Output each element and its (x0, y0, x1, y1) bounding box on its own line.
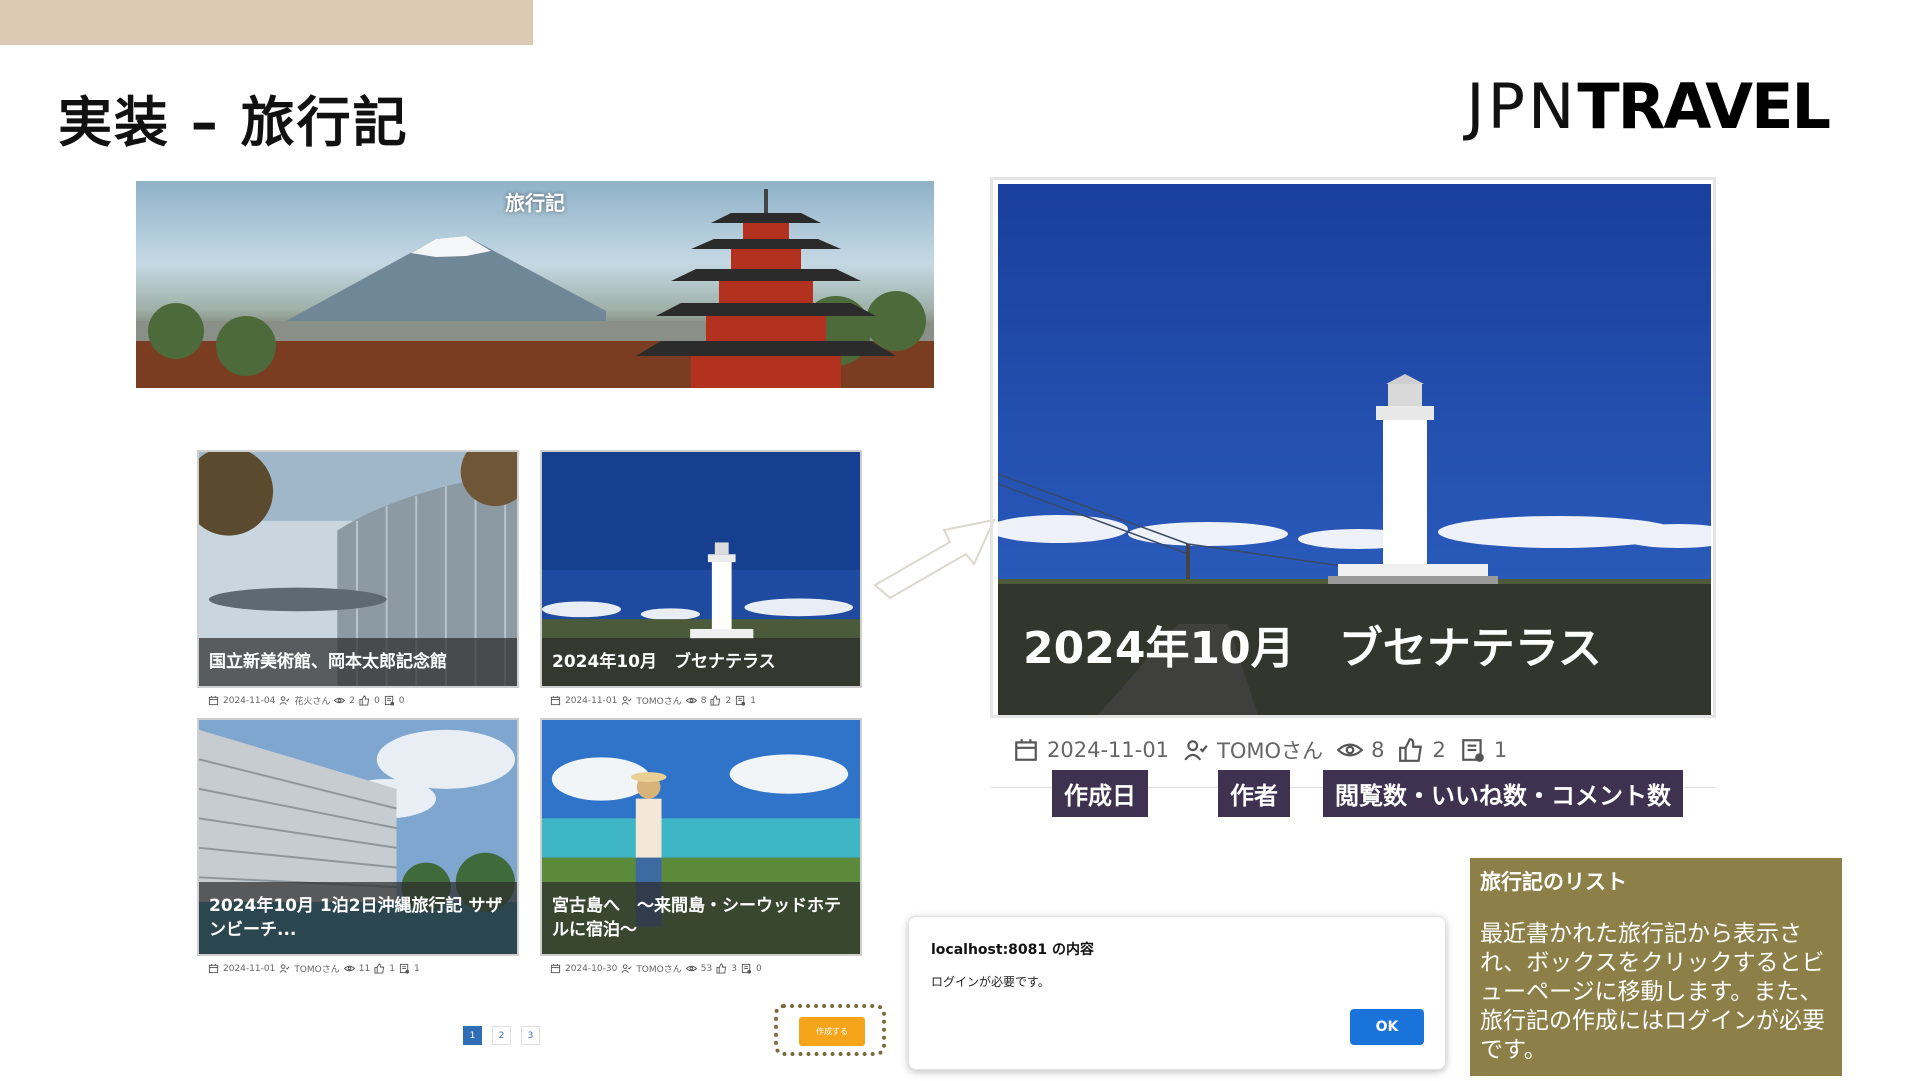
brand-bold: TRAVEL (1577, 70, 1831, 143)
card-author: 花火さん (294, 697, 331, 707)
tag-created-date: 作成日 (1052, 770, 1148, 817)
card-caption: 2024年10月 ブセナテラス (542, 638, 860, 686)
detail-likes: 2 (1432, 738, 1446, 762)
detail-caption: 2024年10月 ブセナテラス (1023, 623, 1602, 674)
detail-views: 8 (1371, 738, 1385, 762)
card-views: 2 (349, 695, 356, 706)
card-meta: 2024-11-04 花火さん 2 0 0 (208, 694, 405, 707)
travelog-card[interactable]: 国立新美術館、岡本太郎記念館 (197, 450, 519, 688)
eye-icon (685, 697, 697, 704)
card-meta: 2024-10-30 TOMOさん 53 3 0 (550, 962, 762, 975)
eye-icon (1337, 743, 1364, 757)
comment-icon (399, 963, 410, 974)
card-date: 2024-11-01 (565, 695, 618, 706)
card-likes: 2 (725, 695, 732, 706)
brand-logo: JPNTRAVEL (1466, 70, 1831, 143)
card-comments: 1 (750, 695, 756, 706)
detail-comments: 1 (1493, 738, 1508, 762)
thumbs-up-icon (1399, 738, 1423, 762)
card-views: 11 (358, 963, 371, 974)
top-accent-bar (0, 0, 533, 45)
note-body: 最近書かれた旅行記から表示され、ボックスをクリックするとビューページに移動します… (1480, 921, 1825, 1063)
card-likes: 0 (374, 695, 380, 706)
thumbs-up-icon (716, 963, 727, 974)
card-date: 2024-11-04 (223, 695, 276, 706)
dialog-title: localhost:8081 の内容 (931, 942, 1095, 958)
user-check-icon (621, 696, 632, 705)
calendar-icon (1015, 739, 1037, 761)
alert-dialog: localhost:8081 の内容 ログインが必要です。 OK (908, 916, 1446, 1070)
calendar-icon (550, 963, 561, 974)
card-author: TOMOさん (636, 965, 682, 975)
dialog-message: ログインが必要です。 (931, 975, 1050, 989)
card-comments: 0 (398, 695, 405, 706)
card-meta: 2024-11-01 TOMOさん 8 2 1 (550, 694, 756, 707)
detail-date: 2024-11-01 (1047, 738, 1170, 762)
comment-icon (736, 695, 746, 706)
page-button-3[interactable]: 3 (521, 1026, 540, 1045)
thumbs-up-icon (710, 695, 721, 706)
comment-icon (741, 963, 752, 974)
ok-button[interactable]: OK (1350, 1009, 1424, 1045)
tag-author: 作者 (1218, 770, 1290, 817)
tag-stats: 閲覧数・いいね数・コメント数 (1323, 770, 1683, 817)
user-check-icon (621, 964, 632, 973)
user-check-icon (279, 964, 290, 973)
card-author: TOMOさん (636, 697, 682, 707)
travelog-card[interactable]: 2024年10月 ブセナテラス (540, 450, 862, 688)
card-comments: 0 (755, 963, 762, 974)
hero-title: 旅行記 (505, 191, 565, 215)
slide-title: 実装 – 旅行記 (58, 91, 409, 154)
comment-icon (1461, 739, 1484, 762)
explanation-note: 旅行記のリスト 最近書かれた旅行記から表示され、ボックスをクリックするとビューペ… (1470, 858, 1842, 1076)
note-title: 旅行記のリスト (1480, 870, 1627, 894)
detail-author: TOMOさん (1217, 739, 1324, 763)
comment-icon (384, 695, 394, 706)
card-caption: 2024年10月 1泊2日沖縄旅行記 サザンビーチ... (199, 882, 517, 954)
card-likes: 3 (731, 963, 737, 974)
eye-icon (334, 697, 346, 704)
card-date: 2024-10-30 (565, 963, 618, 974)
page-button-2[interactable]: 2 (492, 1026, 511, 1045)
calendar-icon (208, 695, 219, 706)
detail-meta: 2024-11-01 TOMOさん 8 2 1 (1013, 735, 1507, 765)
card-meta: 2024-11-01 TOMOさん 11 1 1 (208, 962, 420, 975)
calendar-icon (550, 695, 561, 706)
card-author: TOMOさん (294, 965, 340, 975)
card-date: 2024-11-01 (223, 963, 276, 974)
card-views: 53 (700, 963, 713, 974)
eye-icon (343, 965, 355, 972)
card-likes: 1 (389, 963, 395, 974)
page-button-1[interactable]: 1 (463, 1026, 482, 1045)
card-caption: 国立新美術館、岡本太郎記念館 (199, 638, 517, 686)
user-check-icon (1184, 740, 1208, 761)
thumbs-up-icon (359, 695, 370, 706)
brand-thin: JPN (1466, 70, 1578, 143)
create-button[interactable]: 作成する (799, 1017, 865, 1046)
card-comments: 1 (413, 963, 420, 974)
travelog-card[interactable]: 宮古島へ ～来間島・シーウッドホテルに宿泊～ (540, 718, 862, 956)
detail-card[interactable]: 2024年10月 ブセナテラス (998, 184, 1711, 715)
card-views: 8 (700, 695, 707, 706)
thumbs-up-icon (374, 963, 385, 974)
arrow-right-icon (873, 518, 996, 600)
travelog-card[interactable]: 2024年10月 1泊2日沖縄旅行記 サザンビーチ... (197, 718, 519, 956)
eye-icon (685, 965, 697, 972)
user-check-icon (279, 696, 290, 705)
hero-banner: 旅行記 (136, 181, 934, 388)
card-caption: 宮古島へ ～来間島・シーウッドホテルに宿泊～ (542, 882, 860, 954)
calendar-icon (208, 963, 219, 974)
